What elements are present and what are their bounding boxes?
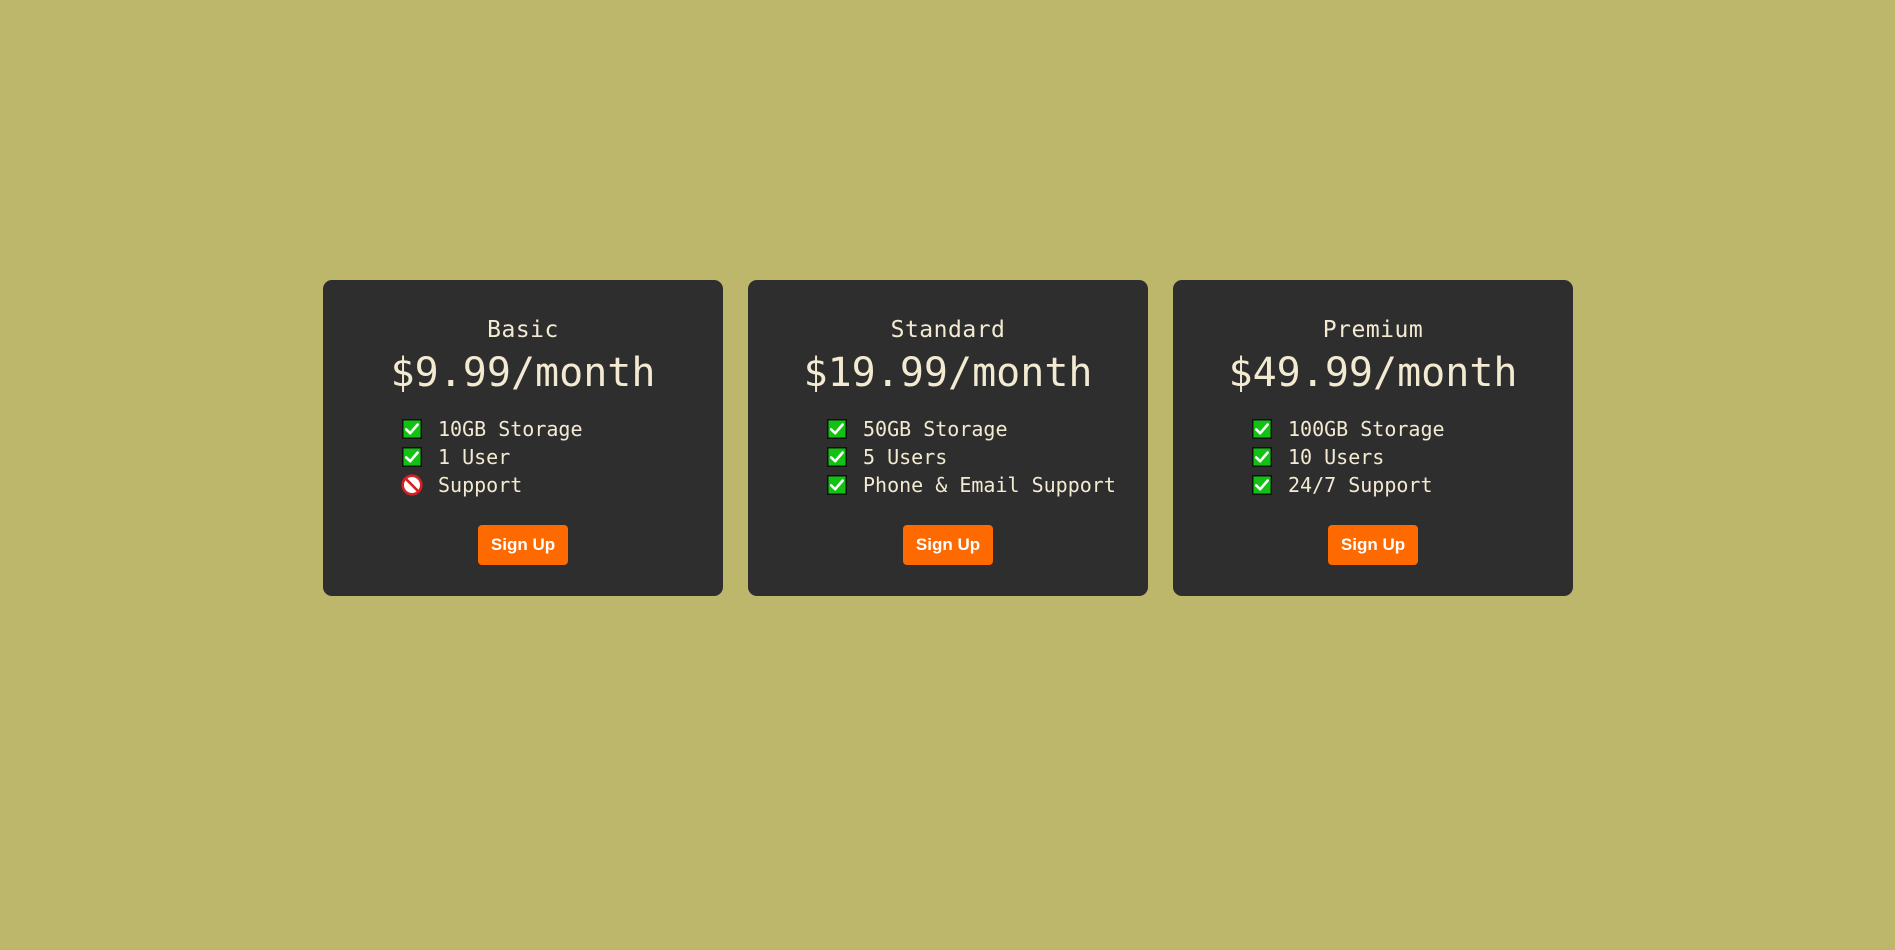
feature-label: 100GB Storage — [1288, 417, 1445, 441]
feature-item: 50GB Storage — [826, 415, 1116, 443]
plan-card-basic: Basic $9.99/month 10GB Storage 1 User Su… — [323, 280, 723, 596]
feature-label: 5 Users — [863, 445, 948, 469]
plan-price: $49.99/month — [1228, 350, 1518, 396]
pricing-section: Basic $9.99/month 10GB Storage 1 User Su… — [323, 280, 1573, 596]
check-icon — [1251, 474, 1273, 496]
feature-item: 10GB Storage — [401, 415, 583, 443]
plan-card-premium: Premium $49.99/month 100GB Storage 10 Us… — [1173, 280, 1573, 596]
feature-label: 1 User — [438, 445, 511, 469]
check-icon — [401, 418, 423, 440]
feature-list: 100GB Storage 10 Users 24/7 Support — [1251, 415, 1445, 499]
sign-up-button[interactable]: Sign Up — [1328, 525, 1418, 565]
check-icon — [826, 418, 848, 440]
feature-item: 24/7 Support — [1251, 471, 1445, 499]
feature-item: 1 User — [401, 443, 583, 471]
plan-name: Standard — [890, 317, 1006, 343]
sign-up-button[interactable]: Sign Up — [903, 525, 993, 565]
feature-item: 100GB Storage — [1251, 415, 1445, 443]
plan-card-standard: Standard $19.99/month 50GB Storage 5 Use… — [748, 280, 1148, 596]
no-entry-icon — [401, 474, 423, 496]
plan-price: $9.99/month — [390, 350, 656, 396]
feature-item: Support — [401, 471, 583, 499]
feature-item: 10 Users — [1251, 443, 1445, 471]
feature-label: Phone & Email Support — [863, 473, 1116, 497]
feature-label: 50GB Storage — [863, 417, 1008, 441]
check-icon — [1251, 418, 1273, 440]
feature-list: 10GB Storage 1 User Support — [401, 415, 583, 499]
sign-up-button[interactable]: Sign Up — [478, 525, 568, 565]
check-icon — [401, 446, 423, 468]
feature-label: Support — [438, 473, 523, 497]
feature-item: 5 Users — [826, 443, 1116, 471]
check-icon — [826, 474, 848, 496]
plan-name: Basic — [487, 317, 559, 343]
check-icon — [1251, 446, 1273, 468]
check-icon — [826, 446, 848, 468]
plan-name: Premium — [1322, 317, 1424, 343]
feature-list: 50GB Storage 5 Users Phone & Email Suppo… — [826, 415, 1116, 499]
feature-item: Phone & Email Support — [826, 471, 1116, 499]
feature-label: 24/7 Support — [1288, 473, 1433, 497]
plan-price: $19.99/month — [803, 350, 1093, 396]
feature-label: 10GB Storage — [438, 417, 583, 441]
feature-label: 10 Users — [1288, 445, 1385, 469]
